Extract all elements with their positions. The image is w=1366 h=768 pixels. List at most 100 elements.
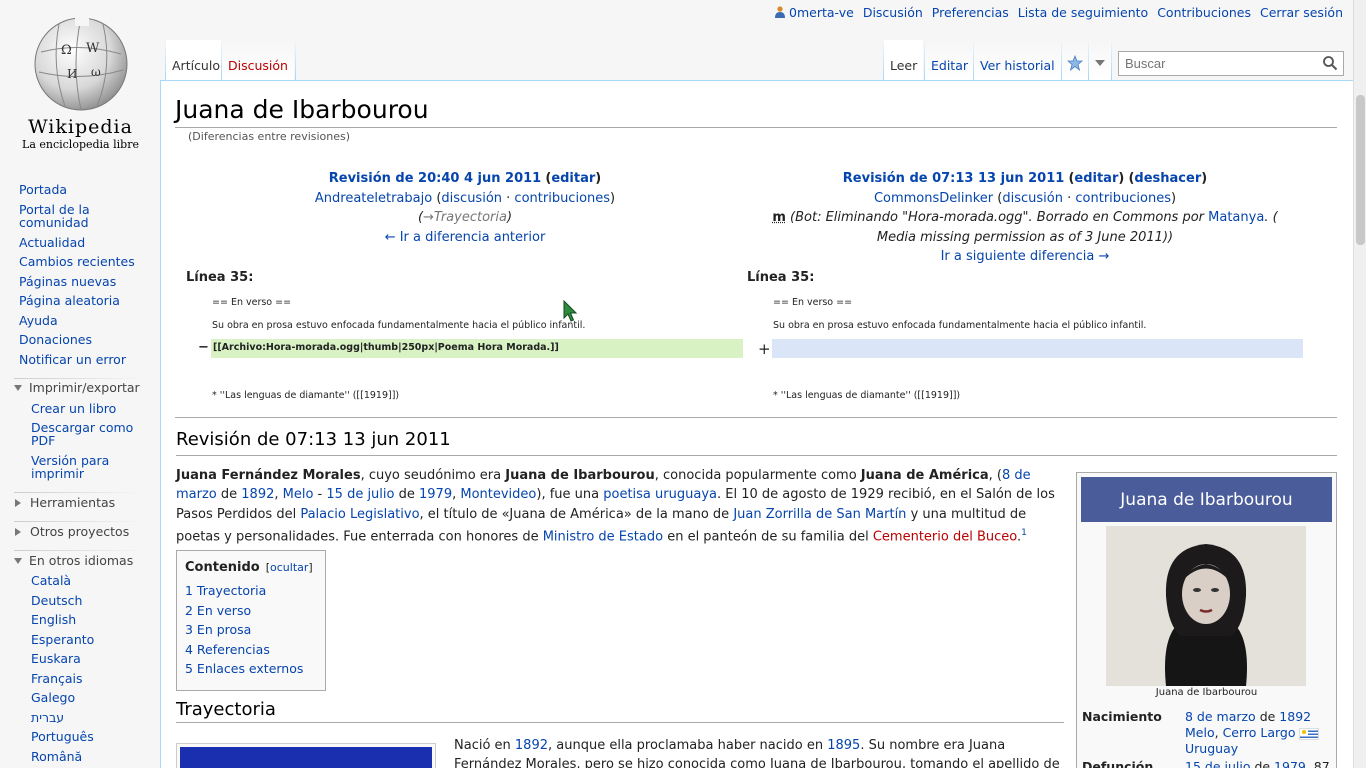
left-edit-link[interactable]: editar — [551, 171, 595, 186]
nav-crear-libro[interactable]: Crear un libro — [31, 399, 151, 419]
scrollbar-thumb[interactable] — [1356, 95, 1365, 245]
left-user-link[interactable]: Andreateletrabajo — [315, 191, 432, 206]
tab-article-label: Artículo — [172, 58, 220, 73]
previous-diff-link[interactable]: ← Ir a diferencia anterior — [385, 230, 546, 245]
lang-gl[interactable]: Galego — [31, 688, 166, 708]
lang-pt[interactable]: Português — [31, 727, 166, 747]
preferences-link[interactable]: Preferencias — [932, 5, 1009, 20]
tab-article[interactable]: Artículo — [166, 40, 226, 80]
nav-portada[interactable]: Portada — [19, 180, 154, 200]
toc-item[interactable]: 3 En prosa — [185, 620, 317, 640]
toc-item[interactable]: 1 Trayectoria — [185, 581, 317, 601]
link-cementerio-buceo[interactable]: Cementerio del Buceo — [873, 529, 1017, 544]
toc-item[interactable]: 5 Enlaces externos — [185, 659, 317, 679]
search-icon[interactable] — [1322, 55, 1338, 71]
link-montevideo[interactable]: Montevideo — [460, 487, 536, 502]
nav-paginas-nuevas[interactable]: Páginas nuevas — [19, 272, 154, 292]
more-actions-button[interactable] — [1089, 40, 1111, 80]
link-death-year-infobox[interactable]: 1979 — [1274, 759, 1306, 768]
toc-item[interactable]: 2 En verso — [185, 601, 317, 621]
link-poetisa[interactable]: poetisa — [603, 487, 651, 502]
toc-item[interactable]: 4 Referencias — [185, 640, 317, 660]
left-user-talk-link[interactable]: discusión — [441, 191, 502, 206]
table-of-contents: Contenido [ocultar] 1 Trayectoria 2 En ve… — [176, 550, 326, 691]
logo-wordmark: Wikipedia — [28, 116, 133, 138]
svg-text:Ω: Ω — [61, 43, 72, 58]
user-name[interactable]: 0merta-ve — [789, 5, 854, 20]
lang-ca[interactable]: Català — [31, 571, 166, 591]
right-user-link[interactable]: CommonsDelinker — [874, 191, 993, 206]
link-cerro-largo[interactable]: Cerro Largo — [1223, 725, 1296, 740]
nav-pagina-aleatoria[interactable]: Página aleatoria — [19, 291, 154, 311]
nav-cambios-recientes[interactable]: Cambios recientes — [19, 252, 154, 272]
watchlist-link[interactable]: Lista de seguimiento — [1018, 5, 1148, 20]
reference-1[interactable]: 1 — [1021, 528, 1027, 538]
user-icon — [775, 6, 786, 18]
link-juan-zorrilla[interactable]: Juan Zorrilla de San Martín — [733, 507, 906, 522]
portal-print-header[interactable]: Imprimir/exportar — [14, 380, 140, 395]
tab-discussion[interactable]: Discusión — [222, 40, 294, 80]
wikipedia-logo[interactable]: Ω W И ω Wikipedia La enciclopedia libre — [18, 12, 143, 157]
lang-fr[interactable]: Français — [31, 669, 166, 689]
nav-donaciones[interactable]: Donaciones — [19, 330, 154, 350]
undo-link[interactable]: deshacer — [1134, 171, 1201, 186]
lang-he[interactable]: עברית — [31, 708, 166, 728]
portrait-photo[interactable] — [1106, 526, 1306, 686]
contributions-link[interactable]: Contribuciones — [1157, 5, 1251, 20]
nav-descargar-pdf[interactable]: Descargar como PDF — [31, 420, 151, 448]
lead-pseudonym-bold: Juana de Ibarbourou — [505, 468, 655, 483]
tab-history[interactable]: Ver historial — [974, 40, 1061, 80]
user-talk-link[interactable]: Discusión — [863, 5, 923, 20]
lang-de[interactable]: Deutsch — [31, 591, 166, 611]
portal-langs-header[interactable]: En otros idiomas — [14, 553, 133, 568]
lang-en[interactable]: English — [31, 610, 166, 630]
lang-eu[interactable]: Euskara — [31, 649, 166, 669]
matanya-user-link[interactable]: Matanya — [1208, 210, 1264, 225]
toc-hide-link[interactable]: ocultar — [270, 561, 308, 574]
link-1895[interactable]: 1895 — [827, 738, 860, 753]
tab-edit[interactable]: Editar — [925, 40, 975, 80]
left-revision-link[interactable]: Revisión de 20:40 4 jun 2011 — [329, 171, 541, 186]
nav-notificar-error[interactable]: Notificar un error — [19, 350, 154, 370]
right-revision-link[interactable]: Revisión de 07:13 13 jun 2011 — [843, 171, 1065, 186]
right-user-contribs-link[interactable]: contribuciones — [1075, 191, 1171, 206]
link-uruguaya[interactable]: uruguaya — [655, 487, 717, 502]
user-link[interactable]: 0merta-ve — [775, 5, 854, 20]
search-input[interactable] — [1118, 51, 1344, 76]
star-icon — [1067, 55, 1083, 71]
nav-portal-comunidad[interactable]: Portal de la comunidad — [19, 202, 154, 230]
link-melo-infobox[interactable]: Melo — [1185, 725, 1215, 740]
watch-star-button[interactable] — [1062, 40, 1088, 80]
left-summary-section-link[interactable]: →Trayectoria — [423, 210, 507, 225]
nav-version-imprimir[interactable]: Versión para imprimir — [31, 453, 151, 481]
right-edit-link[interactable]: editar — [1074, 171, 1118, 186]
link-death-date-infobox[interactable]: 15 de julio — [1185, 759, 1250, 768]
expanded-arrow-icon — [14, 557, 22, 564]
portal-others-header[interactable]: Otros proyectos — [14, 524, 129, 539]
nav-actualidad[interactable]: Actualidad — [19, 233, 154, 253]
lang-ro[interactable]: Română — [31, 747, 166, 767]
link-uruguay[interactable]: Uruguay — [1185, 741, 1238, 756]
tab-edit-label: Editar — [931, 58, 969, 73]
link-palacio-legislativo[interactable]: Palacio Legislativo — [300, 507, 419, 522]
link-birth-date-infobox[interactable]: 8 de marzo — [1185, 709, 1256, 724]
link-1892[interactable]: 1892 — [515, 738, 548, 753]
link-melo[interactable]: Melo — [283, 487, 314, 502]
link-birth-year[interactable]: 1892 — [241, 487, 274, 502]
link-death-date[interactable]: 15 de julio — [326, 487, 394, 502]
portal-langs-label: En otros idiomas — [29, 553, 134, 568]
left-user-contribs-link[interactable]: contribuciones — [514, 191, 610, 206]
link-ministro-estado[interactable]: Ministro de Estado — [543, 529, 663, 544]
link-birth-year-infobox[interactable]: 1892 — [1279, 709, 1311, 724]
tab-read[interactable]: Leer — [884, 40, 924, 80]
nav-ayuda[interactable]: Ayuda — [19, 311, 154, 331]
portal-tools-header[interactable]: Herramientas — [14, 495, 115, 510]
title-underline — [175, 127, 1337, 128]
right-user-talk-link[interactable]: discusión — [1002, 191, 1063, 206]
link-death-year[interactable]: 1979 — [419, 487, 452, 502]
vertical-scrollbar[interactable] — [1353, 0, 1366, 768]
logout-link[interactable]: Cerrar sesión — [1260, 5, 1343, 20]
thumbnail-image[interactable] — [176, 743, 436, 768]
lang-eo[interactable]: Esperanto — [31, 630, 166, 650]
next-diff-link[interactable]: Ir a siguiente diferencia → — [941, 249, 1110, 264]
